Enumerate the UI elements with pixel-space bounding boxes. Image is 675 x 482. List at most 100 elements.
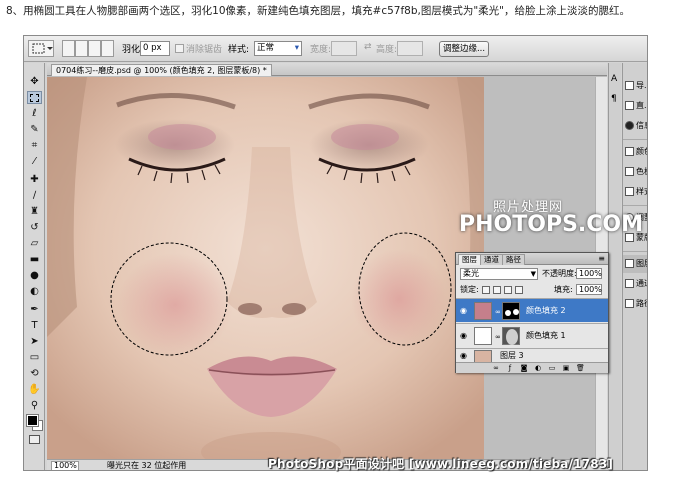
marquee-tool-icon[interactable] bbox=[27, 91, 42, 104]
tool-presets-icon[interactable]: A bbox=[611, 75, 620, 84]
adjustment-layer-icon[interactable]: ◐ bbox=[534, 364, 542, 372]
dock-panel-strip: 导... 直... 信息 颜色 色板 样式 调整 蒙版 图层 通道 路径 bbox=[622, 63, 647, 470]
add-selection-icon[interactable] bbox=[75, 40, 88, 57]
layer-row[interactable]: ◉ 图层 3 bbox=[456, 348, 608, 362]
panel-menu-icon[interactable]: ≡ bbox=[598, 254, 605, 264]
options-bar: 羽化: 0 px 消除锯齿 样式: 正常 ▾ 宽度: ⇄ 高度: 调整边缘... bbox=[24, 36, 647, 62]
brush-tool-icon[interactable]: ∕ bbox=[27, 189, 42, 202]
dock-item-navigator[interactable]: 导... bbox=[623, 77, 647, 95]
antialias-checkbox[interactable] bbox=[175, 44, 184, 53]
tutorial-caption: 8、用椭圆工具在人物腮部画两个选区，羽化10像素，新建纯色填充图层，填充#c57… bbox=[6, 5, 631, 17]
width-input[interactable] bbox=[331, 41, 357, 56]
eraser-icon[interactable]: ▱ bbox=[27, 237, 42, 250]
healing-brush-icon[interactable]: ✚ bbox=[27, 173, 42, 186]
width-label: 宽度: bbox=[310, 45, 332, 55]
swatches-icon bbox=[625, 167, 634, 176]
tab-paths[interactable]: 路径 bbox=[502, 254, 525, 265]
zoom-tool-icon[interactable]: ⚲ bbox=[27, 399, 42, 412]
link-layers-icon[interactable]: ∞ bbox=[492, 364, 500, 372]
dock-item-styles[interactable]: 样式 bbox=[623, 183, 647, 201]
dock-item-histogram[interactable]: 直... bbox=[623, 97, 647, 115]
zoom-level-field[interactable]: 100% bbox=[51, 461, 79, 470]
navigator-icon bbox=[625, 81, 634, 90]
visibility-eye-icon[interactable]: ◉ bbox=[459, 306, 468, 315]
opacity-input[interactable]: 100% bbox=[576, 268, 602, 279]
dock-item-paths[interactable]: 路径 bbox=[623, 295, 647, 313]
intersect-selection-icon[interactable] bbox=[101, 40, 114, 57]
dodge-tool-icon[interactable]: ◐ bbox=[27, 285, 42, 298]
refine-edge-button[interactable]: 调整边缘... bbox=[439, 41, 489, 57]
status-text: 曝光只在 32 位起作用 bbox=[107, 461, 187, 470]
layer-mask-thumbnail[interactable] bbox=[502, 302, 520, 320]
clone-stamp-icon[interactable]: ♜ bbox=[27, 205, 42, 218]
hand-tool-icon[interactable]: ✋ bbox=[27, 383, 42, 396]
histogram-icon bbox=[625, 101, 634, 110]
dock-item-color[interactable]: 颜色 bbox=[623, 143, 647, 161]
layer-mask-thumbnail[interactable] bbox=[502, 327, 520, 345]
layers-panel-footer: ∞ ƒ ◙ ◐ ▭ ▣ 🗑 bbox=[456, 362, 608, 373]
layer-style-icon[interactable]: ƒ bbox=[506, 364, 514, 372]
add-mask-icon[interactable]: ◙ bbox=[520, 364, 528, 372]
blend-mode-value: 柔光 bbox=[463, 269, 479, 278]
document-tab-bar: 0704练习--磨皮.psd @ 100% (颜色填充 2, 图层蒙板/8) * bbox=[47, 63, 607, 76]
new-selection-icon[interactable] bbox=[62, 40, 75, 57]
visibility-eye-icon[interactable]: ◉ bbox=[459, 331, 468, 340]
quick-mask-icon[interactable] bbox=[29, 435, 40, 444]
layers-icon bbox=[625, 259, 634, 268]
lock-label: 锁定: bbox=[460, 285, 479, 294]
style-select[interactable]: 正常 ▾ bbox=[254, 41, 302, 56]
history-brush-icon[interactable]: ↺ bbox=[27, 221, 42, 234]
dock-item-channels[interactable]: 通道 bbox=[623, 275, 647, 293]
foreground-color-swatch[interactable] bbox=[26, 414, 39, 427]
canvas-photo[interactable] bbox=[47, 77, 484, 459]
height-label: 高度: bbox=[376, 45, 398, 55]
info-icon bbox=[625, 121, 634, 130]
tab-channels[interactable]: 通道 bbox=[480, 254, 503, 265]
crop-tool-icon[interactable]: ⌗ bbox=[27, 139, 42, 152]
tab-layers[interactable]: 图层 bbox=[458, 254, 481, 265]
chevron-down-icon: ▾ bbox=[294, 43, 299, 53]
lasso-tool-icon[interactable]: ℓ bbox=[27, 107, 42, 120]
3d-rotate-icon[interactable]: ⟲ bbox=[27, 367, 42, 380]
lock-transparent-icon[interactable] bbox=[482, 286, 490, 294]
dock-item-info[interactable]: 信息 bbox=[623, 117, 647, 135]
lock-position-icon[interactable] bbox=[504, 286, 512, 294]
feather-input[interactable]: 0 px bbox=[140, 41, 170, 56]
style-label: 样式: bbox=[228, 45, 250, 55]
move-tool-icon[interactable]: ✥ bbox=[27, 75, 42, 88]
layer-thumbnail bbox=[474, 327, 492, 345]
fill-input[interactable]: 100% bbox=[576, 284, 602, 295]
gradient-tool-icon[interactable]: ▬ bbox=[27, 253, 42, 266]
path-selection-icon[interactable]: ➤ bbox=[27, 335, 42, 348]
layer-thumbnail bbox=[474, 302, 492, 320]
pen-tool-icon[interactable]: ✒ bbox=[27, 303, 42, 316]
eyedropper-icon[interactable]: ⁄ bbox=[27, 155, 42, 168]
new-group-icon[interactable]: ▭ bbox=[548, 364, 556, 372]
quick-selection-icon[interactable]: ✎ bbox=[27, 123, 42, 136]
swap-icon: ⇄ bbox=[364, 42, 372, 52]
blend-mode-select[interactable]: 柔光 ▼ bbox=[460, 268, 538, 280]
layer-row[interactable]: ◉ ∞ 颜色填充 1 bbox=[456, 323, 608, 347]
subtract-selection-icon[interactable] bbox=[88, 40, 101, 57]
layer-row[interactable]: ◉ ∞ 颜色填充 2 bbox=[456, 298, 608, 322]
style-value: 正常 bbox=[257, 43, 275, 53]
shape-tool-icon[interactable]: ▭ bbox=[27, 351, 42, 364]
visibility-eye-icon[interactable]: ◉ bbox=[459, 351, 468, 360]
paths-icon bbox=[625, 299, 634, 308]
tool-preset-picker[interactable] bbox=[28, 40, 54, 57]
lock-pixels-icon[interactable] bbox=[493, 286, 501, 294]
new-layer-icon[interactable]: ▣ bbox=[562, 364, 570, 372]
dock-item-layers[interactable]: 图层 bbox=[623, 255, 647, 273]
styles-icon bbox=[625, 187, 634, 196]
document-tab[interactable]: 0704练习--磨皮.psd @ 100% (颜色填充 2, 图层蒙板/8) * bbox=[51, 64, 272, 76]
blur-tool-icon[interactable]: ● bbox=[27, 269, 42, 282]
dock-item-swatches[interactable]: 色板 bbox=[623, 163, 647, 181]
type-tool-icon[interactable]: T bbox=[27, 319, 42, 332]
layers-panel-tabs: 图层 通道 路径 ≡ bbox=[456, 253, 608, 265]
trash-icon[interactable]: 🗑 bbox=[576, 364, 585, 372]
paragraph-icon[interactable]: ¶ bbox=[611, 95, 620, 104]
channels-icon bbox=[625, 279, 634, 288]
lock-all-icon[interactable] bbox=[515, 286, 523, 294]
mask-face-shape bbox=[506, 329, 518, 345]
height-input[interactable] bbox=[397, 41, 423, 56]
